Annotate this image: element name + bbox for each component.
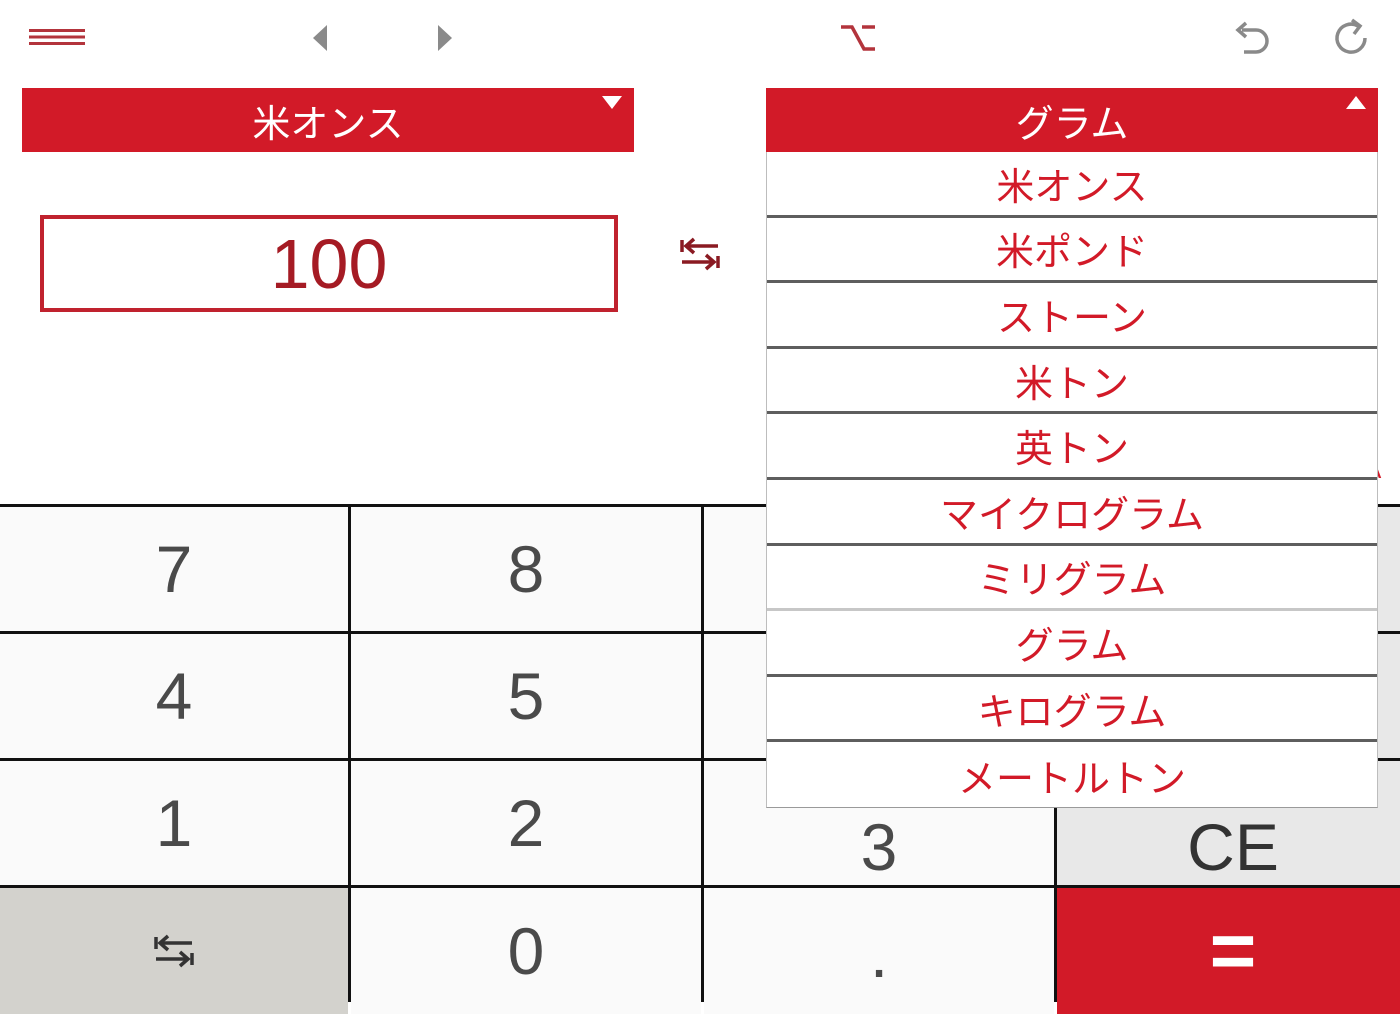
to-unit-label: グラム — [1015, 101, 1129, 146]
forward-icon[interactable] — [430, 20, 460, 56]
input-value-text: 100 — [270, 224, 388, 303]
dropdown-option[interactable]: ミリグラム — [767, 546, 1377, 612]
dropdown-down-icon — [602, 96, 622, 109]
input-value-field[interactable]: 100 — [40, 215, 618, 312]
dropdown-option-selected[interactable]: グラム — [767, 611, 1377, 677]
key-2[interactable]: 2 — [351, 761, 701, 885]
key-4[interactable]: 4 — [0, 634, 348, 758]
from-unit-selector[interactable]: 米オンス — [22, 88, 634, 152]
unit-dropdown-list: 米オンス 米ポンド ストーン 米トン 英トン マイクログラム ミリグラム グラム… — [766, 152, 1378, 808]
back-icon[interactable] — [305, 20, 335, 56]
key-7[interactable]: 7 — [0, 507, 348, 631]
key-5[interactable]: 5 — [351, 634, 701, 758]
key-1[interactable]: 1 — [0, 761, 348, 885]
dropdown-option[interactable]: キログラム — [767, 677, 1377, 743]
key-equals[interactable]: = — [1057, 888, 1400, 1014]
dropdown-option[interactable]: 米ポンド — [767, 218, 1377, 284]
to-unit-selector[interactable]: グラム — [766, 88, 1378, 152]
swap-arrows-icon — [154, 934, 194, 968]
key-decimal[interactable]: . — [704, 888, 1054, 1014]
dropdown-up-icon — [1346, 96, 1366, 109]
dropdown-option[interactable]: マイクログラム — [767, 480, 1377, 546]
from-unit-label: 米オンス — [252, 101, 404, 146]
swap-arrows-icon[interactable] — [676, 232, 724, 276]
redo-icon[interactable] — [1330, 16, 1374, 60]
key-swap[interactable] — [0, 888, 348, 1014]
dropdown-option[interactable]: メートルトン — [767, 742, 1377, 808]
hamburger-icon[interactable] — [28, 22, 86, 52]
dropdown-option[interactable]: 米オンス — [767, 152, 1377, 218]
dropdown-option[interactable]: 米トン — [767, 349, 1377, 415]
dropdown-option[interactable]: 英トン — [767, 414, 1377, 480]
key-0[interactable]: 0 — [351, 888, 701, 1014]
key-8[interactable]: 8 — [351, 507, 701, 631]
undo-icon[interactable] — [1230, 18, 1274, 60]
dropdown-option[interactable]: ストーン — [767, 283, 1377, 349]
option-key-icon[interactable] — [838, 20, 878, 56]
